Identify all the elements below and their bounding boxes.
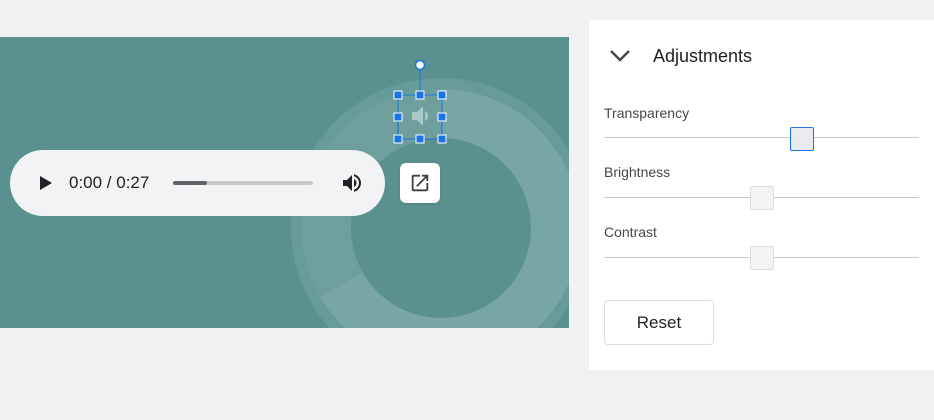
adjustments-panel: Adjustments Transparency Brightness Cont… bbox=[589, 20, 934, 370]
brightness-slider-thumb[interactable] bbox=[749, 186, 774, 210]
open-in-new-icon bbox=[411, 174, 429, 192]
time-display: 0:00 / 0:27 bbox=[69, 173, 150, 192]
transparency-slider-track[interactable] bbox=[604, 137, 919, 138]
reset-button[interactable]: Reset bbox=[604, 300, 714, 345]
play-button[interactable] bbox=[34, 172, 56, 194]
play-icon bbox=[40, 176, 52, 190]
contrast-label: Contrast bbox=[604, 224, 657, 240]
open-in-new-button[interactable] bbox=[400, 163, 440, 203]
transparency-label: Transparency bbox=[604, 105, 690, 121]
volume-button[interactable] bbox=[340, 171, 364, 195]
selected-audio-icon[interactable] bbox=[393, 59, 453, 150]
transparency-slider-thumb[interactable] bbox=[790, 127, 815, 151]
chevron-down-icon bbox=[610, 50, 630, 62]
progress-fill bbox=[173, 181, 207, 185]
brightness-label: Brightness bbox=[604, 164, 671, 180]
panel-title: Adjustments bbox=[653, 46, 753, 66]
collapse-button[interactable] bbox=[608, 44, 632, 68]
audio-player: 0:00 / 0:27 bbox=[10, 150, 385, 216]
speaker-icon bbox=[412, 106, 428, 126]
contrast-slider-thumb[interactable] bbox=[749, 246, 774, 270]
progress-bar[interactable] bbox=[173, 181, 313, 185]
selection-box bbox=[393, 59, 447, 144]
volume-icon bbox=[343, 174, 361, 192]
